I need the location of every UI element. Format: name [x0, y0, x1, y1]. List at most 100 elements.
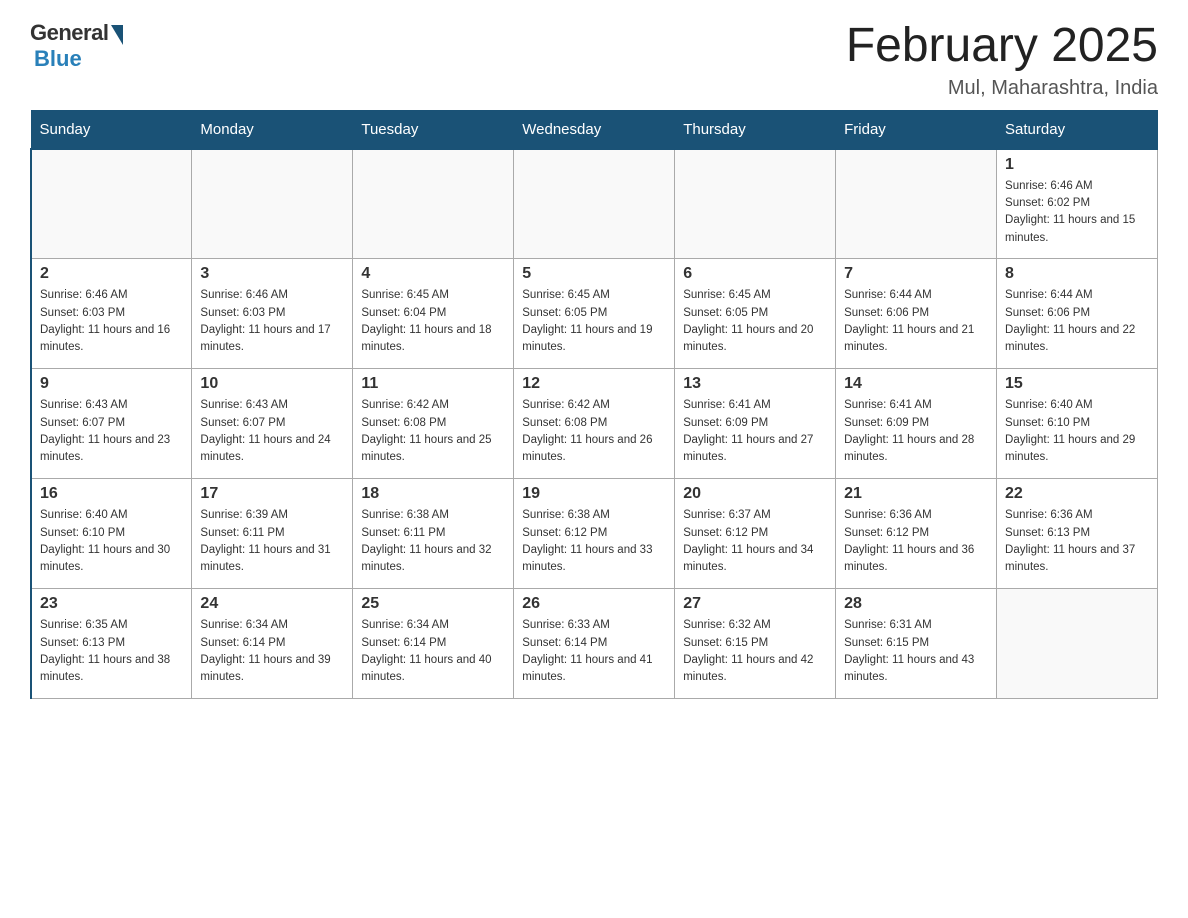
- day-info: Sunrise: 6:46 AMSunset: 6:02 PMDaylight:…: [1005, 178, 1149, 247]
- day-info: Sunrise: 6:36 AMSunset: 6:13 PMDaylight:…: [1005, 507, 1149, 576]
- day-number: 26: [522, 595, 666, 613]
- calendar-cell: 11 Sunrise: 6:42 AMSunset: 6:08 PMDayligh…: [353, 369, 514, 479]
- weekday-header-tuesday: Tuesday: [353, 110, 514, 149]
- day-info: Sunrise: 6:36 AMSunset: 6:12 PMDaylight:…: [844, 507, 988, 576]
- day-number: 21: [844, 485, 988, 503]
- day-number: 24: [200, 595, 344, 613]
- calendar-cell: 20 Sunrise: 6:37 AMSunset: 6:12 PMDayligh…: [675, 479, 836, 589]
- calendar-cell: 9Sunrise: 6:43 AMSunset: 6:07 PMDaylight…: [31, 369, 192, 479]
- calendar-cell: 21 Sunrise: 6:36 AMSunset: 6:12 PMDayligh…: [836, 479, 997, 589]
- day-number: 4: [361, 265, 505, 283]
- month-title: February 2025: [846, 20, 1158, 73]
- day-number: 7: [844, 265, 988, 283]
- day-number: 17: [200, 485, 344, 503]
- day-number: 3: [200, 265, 344, 283]
- calendar-cell: [192, 149, 353, 259]
- calendar-cell: 4Sunrise: 6:45 AMSunset: 6:04 PMDaylight…: [353, 259, 514, 369]
- calendar-cell: 26 Sunrise: 6:33 AMSunset: 6:14 PMDayligh…: [514, 589, 675, 699]
- calendar-cell: [675, 149, 836, 259]
- calendar-table: SundayMondayTuesdayWednesdayThursdayFrid…: [30, 110, 1158, 700]
- day-number: 28: [844, 595, 988, 613]
- day-info: Sunrise: 6:42 AMSunset: 6:08 PMDaylight:…: [522, 397, 666, 466]
- logo-arrow-icon: [111, 25, 123, 45]
- calendar-cell: 18 Sunrise: 6:38 AMSunset: 6:11 PMDayligh…: [353, 479, 514, 589]
- day-number: 5: [522, 265, 666, 283]
- day-info: Sunrise: 6:41 AMSunset: 6:09 PMDaylight:…: [844, 397, 988, 466]
- day-info: Sunrise: 6:37 AMSunset: 6:12 PMDaylight:…: [683, 507, 827, 576]
- calendar-cell: [836, 149, 997, 259]
- day-info: Sunrise: 6:46 AMSunset: 6:03 PMDaylight:…: [200, 287, 344, 356]
- calendar-cell: 24Sunrise: 6:34 AMSunset: 6:14 PMDayligh…: [192, 589, 353, 699]
- calendar-cell: 17 Sunrise: 6:39 AMSunset: 6:11 PMDayligh…: [192, 479, 353, 589]
- page-header: General Blue February 2025 Mul, Maharash…: [30, 20, 1158, 100]
- day-info: Sunrise: 6:39 AMSunset: 6:11 PMDaylight:…: [200, 507, 344, 576]
- weekday-header-monday: Monday: [192, 110, 353, 149]
- location-title: Mul, Maharashtra, India: [846, 77, 1158, 100]
- calendar-cell: [997, 589, 1158, 699]
- calendar-cell: 5 Sunrise: 6:45 AMSunset: 6:05 PMDaylight…: [514, 259, 675, 369]
- day-number: 18: [361, 485, 505, 503]
- logo-general-text: General: [30, 20, 108, 46]
- calendar-cell: 1 Sunrise: 6:46 AMSunset: 6:02 PMDaylight…: [997, 149, 1158, 259]
- calendar-cell: 23 Sunrise: 6:35 AMSunset: 6:13 PMDayligh…: [31, 589, 192, 699]
- day-info: Sunrise: 6:33 AMSunset: 6:14 PMDaylight:…: [522, 617, 666, 686]
- day-info: Sunrise: 6:34 AMSunset: 6:14 PMDaylight:…: [361, 617, 505, 686]
- day-number: 22: [1005, 485, 1149, 503]
- day-info: Sunrise: 6:38 AMSunset: 6:11 PMDaylight:…: [361, 507, 505, 576]
- day-number: 27: [683, 595, 827, 613]
- title-section: February 2025 Mul, Maharashtra, India: [846, 20, 1158, 100]
- day-number: 9: [40, 375, 183, 393]
- day-number: 25: [361, 595, 505, 613]
- day-number: 6: [683, 265, 827, 283]
- calendar-cell: 13Sunrise: 6:41 AMSunset: 6:09 PMDayligh…: [675, 369, 836, 479]
- calendar-cell: [514, 149, 675, 259]
- day-info: Sunrise: 6:40 AMSunset: 6:10 PMDaylight:…: [40, 507, 183, 576]
- day-info: Sunrise: 6:40 AMSunset: 6:10 PMDaylight:…: [1005, 397, 1149, 466]
- day-info: Sunrise: 6:31 AMSunset: 6:15 PMDaylight:…: [844, 617, 988, 686]
- day-number: 23: [40, 595, 183, 613]
- day-info: Sunrise: 6:46 AMSunset: 6:03 PMDaylight:…: [40, 287, 183, 356]
- calendar-cell: [353, 149, 514, 259]
- logo: General Blue: [30, 20, 123, 72]
- day-info: Sunrise: 6:45 AMSunset: 6:05 PMDaylight:…: [683, 287, 827, 356]
- day-number: 10: [200, 375, 344, 393]
- calendar-cell: 16Sunrise: 6:40 AMSunset: 6:10 PMDayligh…: [31, 479, 192, 589]
- day-info: Sunrise: 6:45 AMSunset: 6:05 PMDaylight:…: [522, 287, 666, 356]
- calendar-cell: [31, 149, 192, 259]
- calendar-cell: 22 Sunrise: 6:36 AMSunset: 6:13 PMDayligh…: [997, 479, 1158, 589]
- day-number: 14: [844, 375, 988, 393]
- day-number: 8: [1005, 265, 1149, 283]
- calendar-cell: 7Sunrise: 6:44 AMSunset: 6:06 PMDaylight…: [836, 259, 997, 369]
- day-info: Sunrise: 6:32 AMSunset: 6:15 PMDaylight:…: [683, 617, 827, 686]
- day-number: 11: [361, 375, 505, 393]
- day-number: 15: [1005, 375, 1149, 393]
- calendar-week-1: 1 Sunrise: 6:46 AMSunset: 6:02 PMDaylight…: [31, 149, 1158, 259]
- day-number: 2: [40, 265, 183, 283]
- weekday-header-friday: Friday: [836, 110, 997, 149]
- calendar-cell: 15 Sunrise: 6:40 AMSunset: 6:10 PMDayligh…: [997, 369, 1158, 479]
- day-number: 1: [1005, 156, 1149, 174]
- calendar-week-5: 23 Sunrise: 6:35 AMSunset: 6:13 PMDayligh…: [31, 589, 1158, 699]
- day-info: Sunrise: 6:43 AMSunset: 6:07 PMDaylight:…: [200, 397, 344, 466]
- calendar-week-4: 16Sunrise: 6:40 AMSunset: 6:10 PMDayligh…: [31, 479, 1158, 589]
- day-info: Sunrise: 6:42 AMSunset: 6:08 PMDaylight:…: [361, 397, 505, 466]
- weekday-header-row: SundayMondayTuesdayWednesdayThursdayFrid…: [31, 110, 1158, 149]
- calendar-cell: 14 Sunrise: 6:41 AMSunset: 6:09 PMDayligh…: [836, 369, 997, 479]
- calendar-cell: 19 Sunrise: 6:38 AMSunset: 6:12 PMDayligh…: [514, 479, 675, 589]
- day-number: 20: [683, 485, 827, 503]
- day-number: 19: [522, 485, 666, 503]
- calendar-week-2: 2 Sunrise: 6:46 AMSunset: 6:03 PMDaylight…: [31, 259, 1158, 369]
- calendar-cell: 6 Sunrise: 6:45 AMSunset: 6:05 PMDaylight…: [675, 259, 836, 369]
- calendar-cell: 3 Sunrise: 6:46 AMSunset: 6:03 PMDaylight…: [192, 259, 353, 369]
- weekday-header-sunday: Sunday: [31, 110, 192, 149]
- calendar-cell: 10 Sunrise: 6:43 AMSunset: 6:07 PMDayligh…: [192, 369, 353, 479]
- day-info: Sunrise: 6:44 AMSunset: 6:06 PMDaylight:…: [1005, 287, 1149, 356]
- day-info: Sunrise: 6:35 AMSunset: 6:13 PMDaylight:…: [40, 617, 183, 686]
- calendar-cell: 2 Sunrise: 6:46 AMSunset: 6:03 PMDaylight…: [31, 259, 192, 369]
- calendar-cell: 28 Sunrise: 6:31 AMSunset: 6:15 PMDayligh…: [836, 589, 997, 699]
- logo-blue-text: Blue: [34, 46, 82, 72]
- calendar-cell: 27 Sunrise: 6:32 AMSunset: 6:15 PMDayligh…: [675, 589, 836, 699]
- day-info: Sunrise: 6:38 AMSunset: 6:12 PMDaylight:…: [522, 507, 666, 576]
- day-number: 13: [683, 375, 827, 393]
- weekday-header-saturday: Saturday: [997, 110, 1158, 149]
